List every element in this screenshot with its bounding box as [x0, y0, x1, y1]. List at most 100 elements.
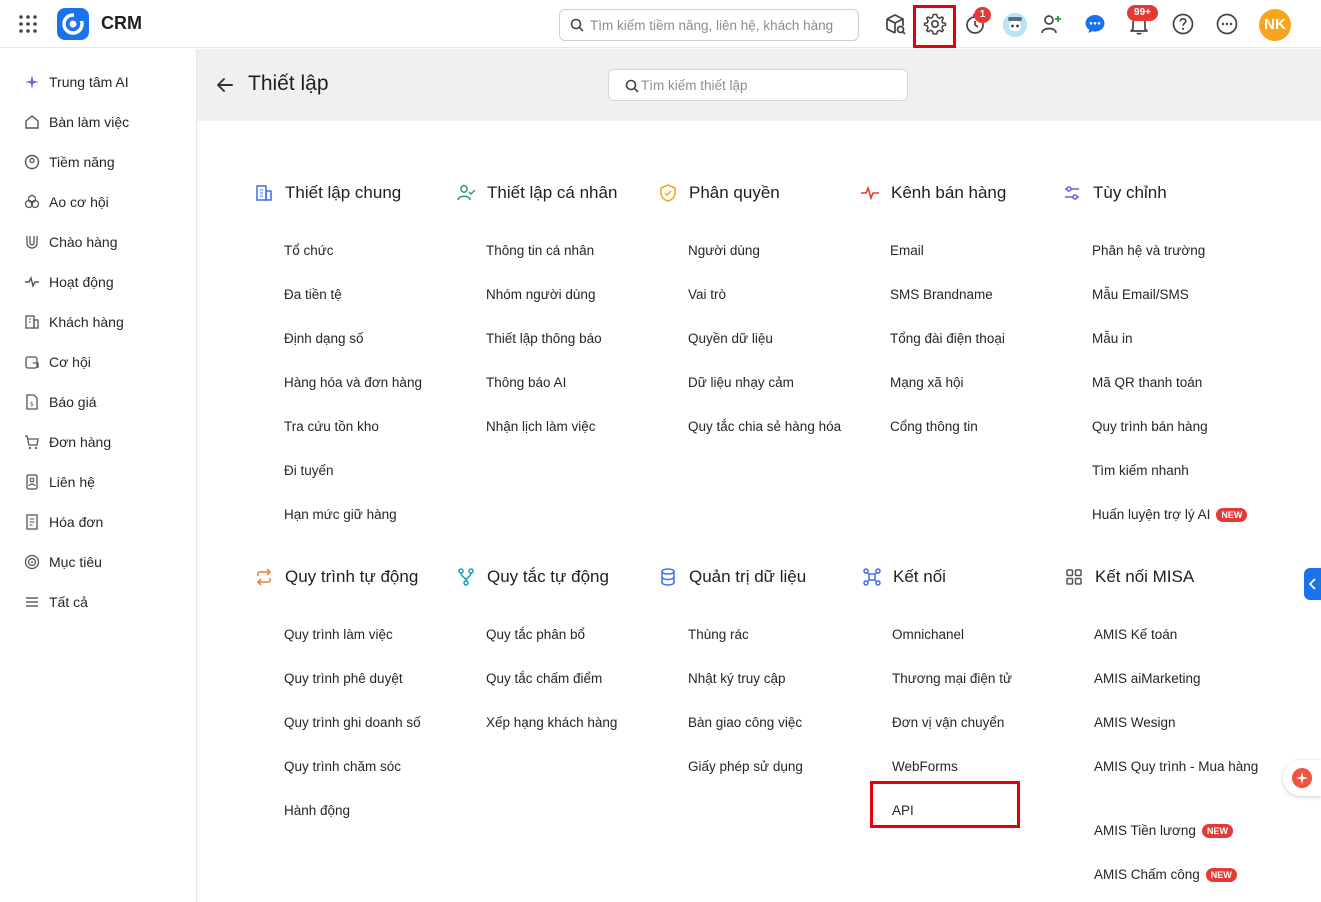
settings-link-quy-trinh-ghi-doanh-so[interactable]: Quy trình ghi doanh số	[284, 713, 459, 733]
settings-link-label: Mã QR thanh toán	[1092, 375, 1203, 390]
expand-panel-tab[interactable]	[1304, 568, 1321, 600]
settings-link-sms-brandname[interactable]: SMS Brandname	[890, 285, 1065, 305]
settings-link-amis-cham-cong[interactable]: AMIS Chấm công NEW	[1094, 865, 1269, 885]
settings-link-cong-thong-tin[interactable]: Cổng thông tin	[890, 417, 1065, 437]
section-header: Kết nối	[862, 565, 946, 589]
package-search-icon[interactable]	[883, 12, 907, 36]
section-header: Kết nối MISA	[1064, 565, 1194, 589]
settings-link-dinh-dang-so[interactable]: Định dạng số	[284, 329, 459, 349]
settings-link-du-lieu-nhay-cam[interactable]: Dữ liệu nhạy cảm	[688, 373, 863, 393]
crm-logo-icon[interactable]	[57, 8, 89, 40]
settings-link-mau-email-sms[interactable]: Mẫu Email/SMS	[1092, 285, 1267, 305]
settings-link-han-muc-giu-hang[interactable]: Hạn mức giữ hàng	[284, 505, 459, 525]
sidebar-item-offers[interactable]: Chào hàng	[24, 230, 118, 254]
sidebar-item-goals[interactable]: Mục tiêu	[24, 550, 102, 574]
settings-link-amis-quy-trinh-mua-hang[interactable]: AMIS Quy trình - Mua hàng	[1094, 757, 1269, 777]
settings-link-thung-rac[interactable]: Thùng rác	[688, 625, 863, 645]
settings-search-input[interactable]	[641, 70, 901, 100]
settings-link-vai-tro[interactable]: Vai trò	[688, 285, 863, 305]
settings-link-quy-trinh-phe-duyet[interactable]: Quy trình phê duyệt	[284, 669, 459, 689]
settings-link-nhom-nguoi-dung[interactable]: Nhóm người dùng	[486, 285, 661, 305]
settings-link-omnichanel[interactable]: Omnichanel	[892, 625, 1067, 645]
sidebar-item-workspace[interactable]: Bàn làm việc	[24, 110, 129, 134]
help-icon[interactable]	[1171, 12, 1195, 36]
settings-link-quy-tac-phan-bo[interactable]: Quy tắc phân bổ	[486, 625, 661, 645]
settings-link-label: Xếp hạng khách hàng	[486, 715, 618, 730]
global-search[interactable]	[559, 9, 859, 41]
settings-link-email[interactable]: Email	[890, 241, 1065, 261]
settings-link-label: AMIS Kế toán	[1094, 627, 1178, 642]
back-arrow-icon[interactable]	[215, 75, 235, 95]
sidebar-item-activities[interactable]: Hoạt động	[24, 270, 114, 294]
settings-link-xep-hang-khach-hang[interactable]: Xếp hạng khách hàng	[486, 713, 661, 733]
settings-link-da-tien-te[interactable]: Đa tiền tệ	[284, 285, 459, 305]
settings-link-huan-luyen-tro-ly-ai[interactable]: Huấn luyện trợ lý AI NEW	[1092, 505, 1267, 525]
settings-link-label: Tra cứu tồn kho	[284, 419, 379, 434]
settings-link-webforms[interactable]: WebForms	[892, 757, 1067, 777]
global-search-input[interactable]	[590, 10, 852, 40]
settings-search[interactable]	[608, 69, 908, 101]
settings-link-tong-dai-dien-thoai[interactable]: Tổng đài điện thoại	[890, 329, 1065, 349]
sidebar-item-label: Tiềm năng	[49, 154, 115, 170]
settings-link-tim-kiem-nhanh[interactable]: Tìm kiếm nhanh	[1092, 461, 1267, 481]
sidebar-item-customers[interactable]: Khách hàng	[24, 310, 124, 334]
settings-link-ban-giao-cong-viec[interactable]: Bàn giao công việc	[688, 713, 863, 733]
settings-link-giay-phep-su-dung[interactable]: Giấy phép sử dụng	[688, 757, 863, 777]
settings-link-to-chuc[interactable]: Tổ chức	[284, 241, 459, 261]
settings-link-amis-wesign[interactable]: AMIS Wesign	[1094, 713, 1269, 733]
settings-link-ma-qr-thanh-toan[interactable]: Mã QR thanh toán	[1092, 373, 1267, 393]
settings-link-amis-aimarketing[interactable]: AMIS aiMarketing	[1094, 669, 1269, 689]
more-options-icon[interactable]	[1215, 12, 1239, 36]
settings-link-thong-tin-ca-nhan[interactable]: Thông tin cá nhân	[486, 241, 661, 261]
settings-link-mau-in[interactable]: Mẫu in	[1092, 329, 1267, 349]
settings-link-label: Quy trình làm việc	[284, 627, 393, 642]
user-avatar[interactable]: NK	[1259, 9, 1291, 41]
sidebar-item-invoices[interactable]: Hóa đơn	[24, 510, 103, 534]
settings-link-quy-trinh-ban-hang[interactable]: Quy trình bán hàng	[1092, 417, 1267, 437]
settings-link-label: Mẫu Email/SMS	[1092, 287, 1189, 302]
settings-link-amis-ke-toan[interactable]: AMIS Kế toán	[1094, 625, 1269, 645]
settings-link-label: AMIS Wesign	[1094, 715, 1176, 730]
settings-link-hanh-dong[interactable]: Hành động	[284, 801, 459, 821]
settings-link-label: Quy tắc phân bổ	[486, 627, 586, 642]
sidebar-item-opportunities[interactable]: Cơ hội	[24, 350, 91, 374]
sidebar-item-all[interactable]: Tất cả	[24, 590, 88, 614]
sidebar-item-label: Khách hàng	[49, 314, 124, 330]
settings-link-thiet-lap-thong-bao[interactable]: Thiết lập thông báo	[486, 329, 661, 349]
settings-link-nhan-lich-lam-viec[interactable]: Nhận lịch làm việc	[486, 417, 661, 437]
add-user-icon[interactable]	[1039, 12, 1063, 36]
sidebar-item-leads[interactable]: Tiềm năng	[24, 150, 115, 174]
ai-assistant-avatar[interactable]	[1003, 13, 1027, 37]
settings-link-label: Vai trò	[688, 287, 727, 302]
sidebar-item-quotes[interactable]: $ Báo giá	[24, 390, 96, 414]
settings-link-mang-xa-hoi[interactable]: Mạng xã hội	[890, 373, 1065, 393]
search-icon	[625, 79, 639, 93]
sidebar-item-ai-center[interactable]: Trung tâm AI	[24, 70, 129, 94]
apps-grid-icon[interactable]	[18, 14, 38, 34]
settings-link-hang-hoa-va-don-hang[interactable]: Hàng hóa và đơn hàng	[284, 373, 459, 393]
api-highlight-box	[870, 781, 1020, 828]
sparkle-icon	[25, 75, 39, 89]
settings-link-di-tuyen[interactable]: Đi tuyến	[284, 461, 459, 481]
settings-link-quyen-du-lieu[interactable]: Quyền dữ liệu	[688, 329, 863, 349]
search-icon	[570, 18, 584, 32]
settings-link-label: Nhận lịch làm việc	[486, 419, 596, 434]
chat-icon[interactable]	[1083, 12, 1107, 36]
settings-link-phan-he-va-truong[interactable]: Phân hệ và trường	[1092, 241, 1267, 261]
settings-link-nhat-ky-truy-cap[interactable]: Nhật ký truy cập	[688, 669, 863, 689]
sidebar-item-contacts[interactable]: Liên hệ	[24, 470, 95, 494]
sidebar-item-orders[interactable]: Đơn hàng	[24, 430, 111, 454]
settings-link-tra-cuu-ton-kho[interactable]: Tra cứu tồn kho	[284, 417, 459, 437]
sidebar-item-opportunity-pool[interactable]: Ao cơ hội	[24, 190, 109, 214]
settings-link-thong-bao-ai[interactable]: Thông báo AI	[486, 373, 661, 393]
settings-link-amis-tien-luong[interactable]: AMIS Tiền lương NEW	[1094, 821, 1269, 841]
settings-link-nguoi-dung[interactable]: Người dùng	[688, 241, 863, 261]
settings-link-quy-tac-cham-diem[interactable]: Quy tắc chấm điểm	[486, 669, 661, 689]
settings-link-don-vi-van-chuyen[interactable]: Đơn vị vận chuyển	[892, 713, 1067, 733]
settings-link-quy-trinh-cham-soc[interactable]: Quy trình chăm sóc	[284, 757, 459, 777]
ai-assistant-fab[interactable]	[1283, 760, 1321, 796]
settings-link-quy-tac-chia-se-hang-hoa[interactable]: Quy tắc chia sẻ hàng hóa	[688, 417, 863, 437]
settings-link-quy-trinh-lam-viec[interactable]: Quy trình làm việc	[284, 625, 459, 645]
settings-link-thuong-mai-dien-tu[interactable]: Thương mại điện tử	[892, 669, 1067, 689]
section-title: Thiết lập chung	[285, 183, 402, 202]
